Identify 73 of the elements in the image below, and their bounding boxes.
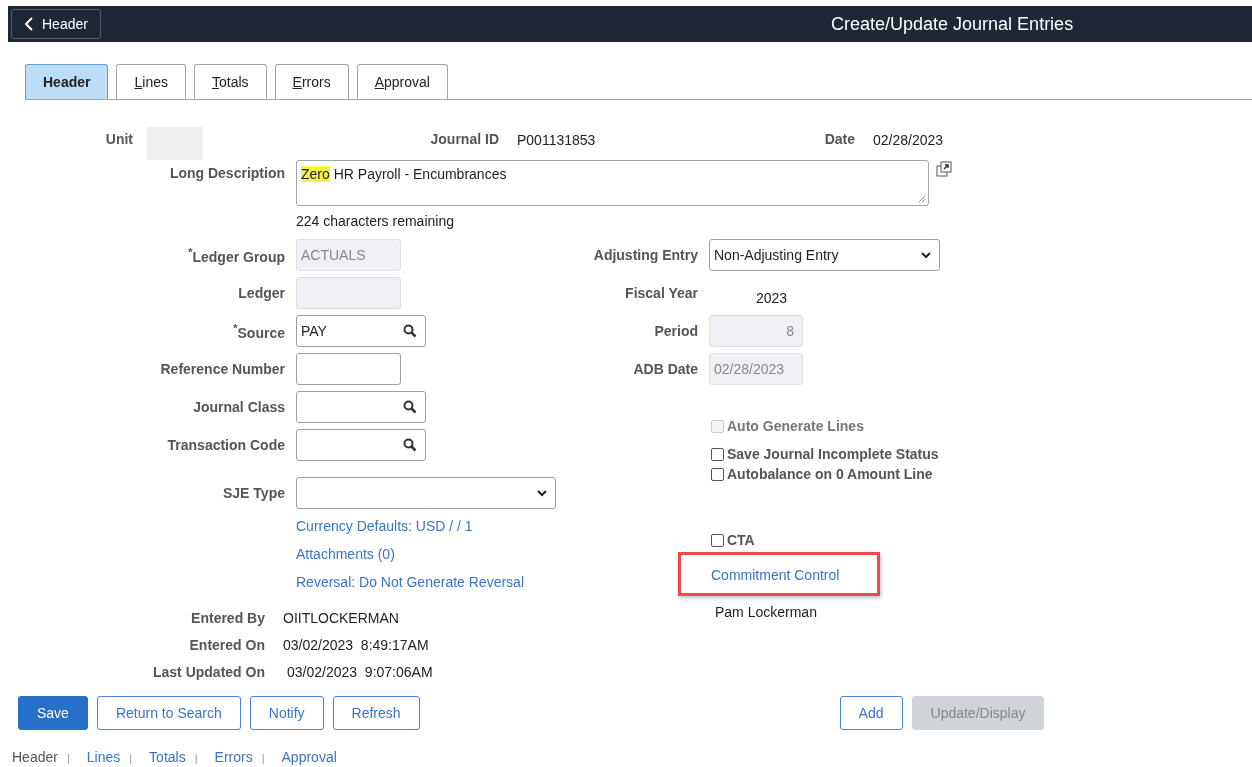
field-label: Period	[653, 323, 698, 339]
input-field: 02/28/2023	[709, 353, 803, 385]
field-label: Date	[823, 130, 855, 147]
search-icon[interactable]	[403, 438, 417, 452]
field-label: Transaction Code	[166, 437, 285, 453]
checkbox[interactable]: CTA	[711, 530, 940, 550]
button[interactable]: Return to Search	[96, 696, 241, 730]
separator: |	[66, 752, 70, 764]
field-value: P001131853	[517, 131, 597, 148]
resize-grip-icon[interactable]	[918, 195, 926, 203]
separator: |	[129, 752, 133, 764]
tab[interactable]: Approval	[356, 64, 448, 99]
back-button[interactable]: Header	[11, 9, 101, 39]
footer-link[interactable]: Totals	[149, 749, 186, 765]
button[interactable]: Notify	[249, 696, 324, 730]
link[interactable]: Attachments (0)	[296, 546, 580, 562]
tab[interactable]: Totals	[193, 64, 267, 99]
dropdown[interactable]	[296, 477, 556, 509]
field-label: Unit	[104, 130, 133, 147]
checkbox[interactable]: Save Journal Incomplete Status	[711, 444, 940, 464]
field-label: Journal Class	[192, 399, 285, 415]
page-title: Create/Update Journal Entries	[831, 13, 1074, 35]
field-value: 2023	[756, 289, 788, 306]
lookup-field[interactable]: PAY	[296, 315, 426, 347]
tab[interactable]: Errors	[274, 64, 349, 99]
button[interactable]: Save	[18, 696, 88, 730]
field-value: 03/02/2023 8:49:17AM	[283, 637, 429, 653]
link[interactable]: Reversal: Do Not Generate Reversal	[296, 574, 580, 590]
checkbox[interactable]: Autobalance on 0 Amount Line	[711, 464, 940, 484]
input-field: ACTUALS	[296, 239, 401, 271]
field-label: Entered On	[188, 637, 265, 653]
field-label: Fiscal Year	[624, 285, 698, 301]
character-count: 224 characters remaining	[296, 213, 455, 229]
input-field: 8	[709, 315, 803, 347]
footer-link[interactable]: Approval	[281, 749, 337, 765]
field-label: Last Updated On	[152, 664, 265, 680]
footer-link[interactable]: Errors	[214, 749, 253, 765]
field-label: $^{*}$Source	[232, 321, 285, 341]
search-icon[interactable]	[403, 324, 417, 338]
field-label: $^{*}$Ledger Group	[186, 245, 285, 265]
field-label: Journal ID	[429, 130, 499, 147]
button[interactable]: Add	[839, 696, 903, 730]
link[interactable]: Currency Defaults: USD / / 1	[296, 518, 580, 534]
field-label: Ledger	[237, 285, 285, 301]
lookup-field[interactable]	[296, 391, 426, 423]
field-label: Long Description	[168, 164, 285, 181]
chevron-down-icon	[921, 251, 931, 259]
field-label: ADB Date	[632, 361, 698, 377]
link[interactable]: Commitment Control	[711, 567, 840, 583]
search-icon[interactable]	[403, 400, 417, 414]
expand-icon[interactable]	[936, 161, 952, 177]
field-value: OIITLOCKERMAN	[283, 610, 399, 626]
tab[interactable]: Header	[25, 64, 109, 99]
field-value: Pam Lockerman	[715, 604, 818, 620]
text-area[interactable]: Zero HR Payroll - Encumbrances	[296, 160, 929, 206]
separator: |	[261, 752, 265, 764]
chevron-down-icon	[537, 489, 547, 497]
field-label: Entered By	[190, 610, 265, 626]
checkbox: Auto Generate Lines	[711, 416, 940, 436]
field-label: SJE Type	[222, 485, 285, 501]
field-value: 02/28/2023	[873, 131, 945, 148]
lookup-field[interactable]	[296, 429, 426, 461]
tab[interactable]: Lines	[116, 64, 186, 99]
footer-link[interactable]: Lines	[86, 749, 121, 765]
field-value: 03/02/2023 9:07:06AM	[287, 664, 433, 680]
field-label: Adjusting Entry	[592, 247, 698, 263]
button[interactable]: Refresh	[332, 696, 420, 730]
chevron-left-icon	[24, 17, 34, 31]
dropdown[interactable]: Non-Adjusting Entry	[709, 239, 940, 271]
footer-link[interactable]: Header	[12, 749, 58, 765]
separator: |	[194, 752, 198, 764]
input-field[interactable]	[296, 353, 401, 385]
field-label: Reference Number	[159, 361, 285, 377]
